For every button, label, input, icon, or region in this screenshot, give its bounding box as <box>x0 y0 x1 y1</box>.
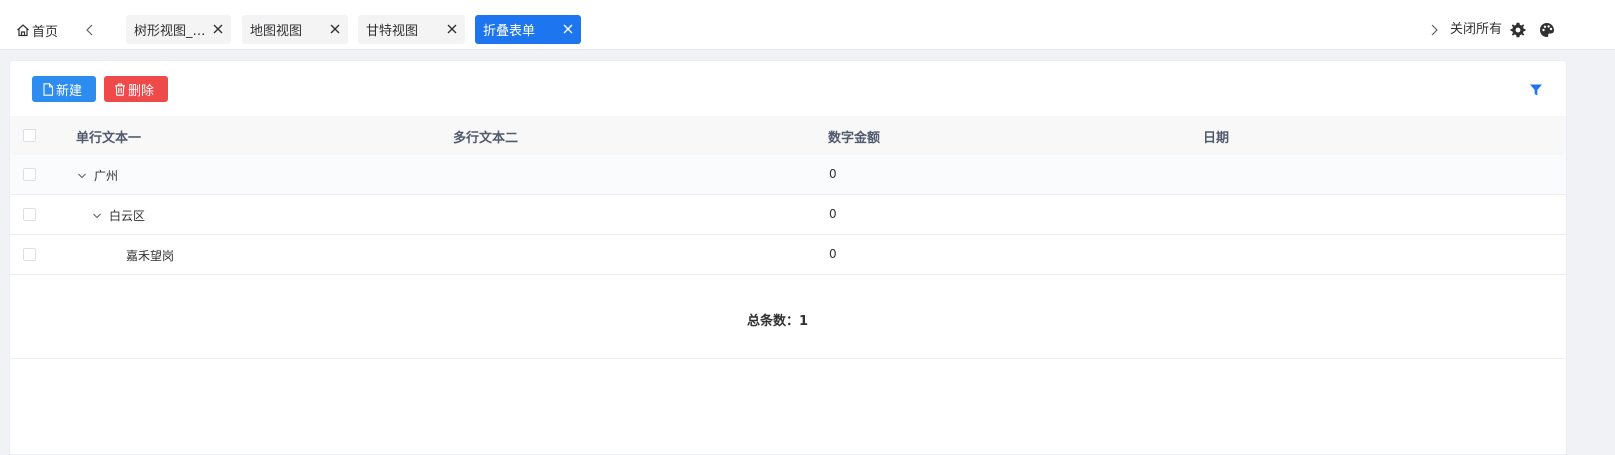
filter-icon[interactable] <box>1529 82 1543 96</box>
palette-icon[interactable] <box>1539 22 1555 38</box>
table-row[interactable]: 广州 0 <box>10 155 1566 195</box>
tab-bar: 首页 树形视图_… 地图视图 甘特视图 折叠表单 关闭所有 <box>0 10 1615 50</box>
total-label: 总条数： <box>747 314 800 329</box>
column-header[interactable]: 单行文本一 <box>76 127 141 146</box>
close-icon[interactable] <box>211 22 225 36</box>
row-amount: 0 <box>829 167 837 181</box>
table-header: 单行文本一 多行文本二 数字金额 日期 <box>10 116 1566 156</box>
close-icon[interactable] <box>328 22 342 36</box>
close-icon[interactable] <box>445 22 459 36</box>
content-panel: 新建 删除 单行文本一 多行文本二 数字金额 日期 广州 0 白云区 0 嘉禾望… <box>9 60 1567 455</box>
column-header[interactable]: 日期 <box>1203 127 1229 146</box>
chevron-down-icon[interactable] <box>77 171 87 181</box>
tabs-prev-button[interactable] <box>84 20 96 40</box>
row-amount: 0 <box>829 207 837 221</box>
row-checkbox[interactable] <box>23 168 36 181</box>
table-row[interactable]: 嘉禾望岗 0 <box>10 235 1566 275</box>
row-checkbox[interactable] <box>23 208 36 221</box>
tab-gantt-view[interactable]: 甘特视图 <box>358 15 465 44</box>
tab-map-view[interactable]: 地图视图 <box>242 15 348 44</box>
close-icon[interactable] <box>561 22 575 36</box>
select-all-checkbox[interactable] <box>23 129 36 142</box>
document-icon <box>43 82 54 96</box>
row-amount: 0 <box>829 247 837 261</box>
tab-collapse-form[interactable]: 折叠表单 <box>475 15 581 44</box>
close-all-button[interactable]: 关闭所有 <box>1450 20 1502 40</box>
row-name: 嘉禾望岗 <box>126 249 175 263</box>
new-button-label: 新建 <box>56 83 83 99</box>
delete-button[interactable]: 删除 <box>104 76 168 102</box>
tab-tree-view[interactable]: 树形视图_… <box>126 15 231 44</box>
table-row[interactable]: 白云区 0 <box>10 195 1566 235</box>
column-header[interactable]: 数字金额 <box>828 127 880 146</box>
chevron-left-icon <box>86 24 93 36</box>
tab-label: 树形视图_… <box>134 24 206 39</box>
trash-icon <box>115 82 125 96</box>
tab-label: 甘特视图 <box>366 24 419 39</box>
chevron-right-icon <box>1431 24 1438 36</box>
delete-button-label: 删除 <box>128 83 155 99</box>
footer-divider <box>10 358 1566 359</box>
tab-label: 折叠表单 <box>483 24 536 39</box>
chevron-down-icon[interactable] <box>92 211 102 221</box>
tab-home-label: 首页 <box>32 24 59 40</box>
total-value: 1 <box>799 314 809 329</box>
new-button[interactable]: 新建 <box>32 76 96 102</box>
tabs-next-button[interactable] <box>1428 20 1440 40</box>
home-icon <box>17 24 29 37</box>
tab-home[interactable]: 首页 <box>16 19 58 41</box>
gear-icon[interactable] <box>1510 22 1526 38</box>
row-name: 广州 <box>94 169 119 183</box>
tab-label: 地图视图 <box>250 24 303 39</box>
column-header[interactable]: 多行文本二 <box>453 127 518 146</box>
row-checkbox[interactable] <box>23 248 36 261</box>
row-name: 白云区 <box>109 209 146 223</box>
